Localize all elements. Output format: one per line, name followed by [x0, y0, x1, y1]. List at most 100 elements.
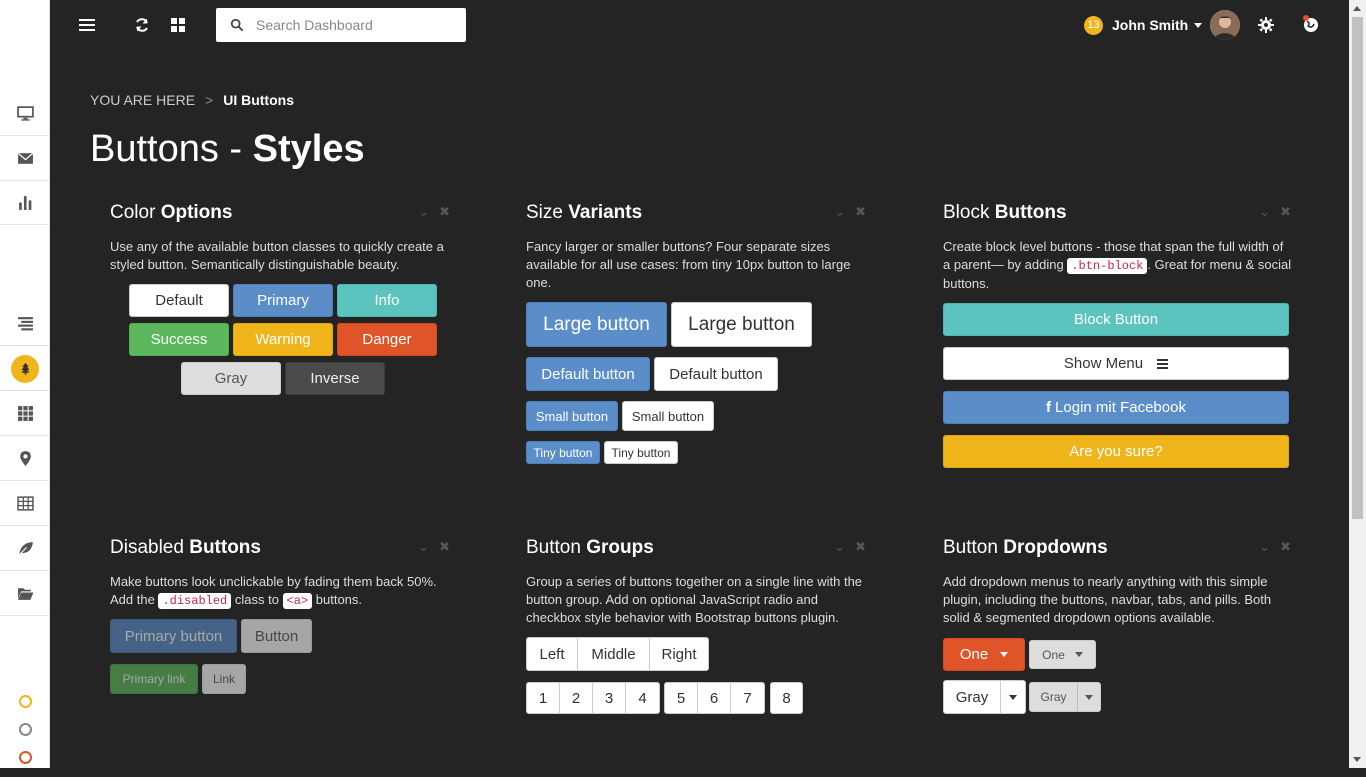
disabled-primary-button[interactable]: Primary button	[110, 619, 237, 653]
panel-size-variants: Size Variants ⌄ ✖ Fancy larger or smaller…	[526, 202, 876, 482]
button-group-1-4: 1 2 3 4	[526, 682, 660, 714]
code-btn-block: .btn-block	[1067, 258, 1148, 274]
collapse-chevron-icon[interactable]: ⌄	[834, 539, 845, 555]
sidebar-item-maps[interactable]	[0, 437, 50, 481]
page-title: Buttons - Styles	[90, 128, 365, 171]
group-button-6[interactable]: 6	[698, 683, 731, 713]
success-button[interactable]: Success	[129, 323, 229, 356]
group-middle-button[interactable]: Middle	[578, 638, 650, 670]
gray-small-split-dropdown: Gray	[1029, 682, 1101, 712]
search-input[interactable]	[256, 17, 446, 33]
bar-chart-icon	[18, 196, 31, 210]
panel-title: Block Buttons	[943, 202, 1067, 223]
panel-title: Color Options	[110, 202, 233, 223]
group-button-1[interactable]: 1	[527, 683, 560, 713]
gray-small-split-caret-button[interactable]	[1078, 683, 1100, 711]
group-button-2[interactable]: 2	[560, 683, 593, 713]
close-icon[interactable]: ✖	[439, 539, 450, 555]
block-button[interactable]: Block Button	[943, 303, 1289, 336]
gray-split-caret-button[interactable]	[1001, 681, 1025, 713]
default-button[interactable]: Default	[129, 284, 229, 317]
disabled-link[interactable]: Link	[202, 664, 246, 694]
collapse-chevron-icon[interactable]: ⌄	[1259, 539, 1270, 555]
danger-button[interactable]: Danger	[337, 323, 437, 356]
tiny-default-button[interactable]: Tiny button	[604, 441, 678, 464]
group-button-3[interactable]: 3	[593, 683, 626, 713]
gray-button[interactable]: Gray	[181, 362, 281, 395]
avatar[interactable]	[1210, 10, 1241, 40]
one-small-dropdown-button[interactable]: One	[1029, 640, 1096, 669]
map-marker-icon	[19, 451, 31, 466]
close-icon[interactable]: ✖	[855, 204, 866, 220]
disabled-primary-link[interactable]: Primary link	[110, 664, 198, 694]
breadcrumb-current[interactable]: UI Buttons	[223, 92, 294, 108]
primary-button[interactable]: Primary	[233, 284, 333, 317]
dashboard-grid-icon[interactable]	[169, 16, 187, 34]
default-default-button[interactable]: Default button	[654, 357, 778, 391]
user-name[interactable]: John Smith	[1112, 17, 1188, 33]
sidebar-item-tables[interactable]	[0, 482, 50, 526]
folder-open-icon	[17, 588, 33, 600]
group-right-button[interactable]: Right	[650, 638, 708, 670]
sidebar-item-mail[interactable]	[0, 137, 50, 181]
scroll-down-icon[interactable]	[1353, 757, 1361, 762]
group-button-5[interactable]: 5	[665, 683, 698, 713]
caret-down-icon	[1009, 694, 1017, 700]
button-group-lmr: Left Middle Right	[526, 637, 709, 671]
tiny-primary-button[interactable]: Tiny button	[526, 441, 600, 464]
one-dropdown-button[interactable]: One	[943, 638, 1025, 671]
collapse-chevron-icon[interactable]: ⌄	[1259, 204, 1270, 220]
status-dot-gray-icon[interactable]	[19, 723, 32, 736]
close-icon[interactable]: ✖	[439, 204, 450, 220]
group-button-4[interactable]: 4	[626, 683, 659, 713]
sidebar-item-apps[interactable]	[0, 392, 50, 436]
disabled-button[interactable]: Button	[241, 619, 312, 653]
globe-icon[interactable]	[1301, 14, 1321, 34]
large-default-button[interactable]: Large button	[671, 302, 812, 347]
sidebar-item-layout[interactable]	[0, 302, 50, 346]
sidebar-item-charts[interactable]	[0, 181, 50, 225]
small-default-button[interactable]: Small button	[622, 401, 714, 431]
close-icon[interactable]: ✖	[855, 539, 866, 555]
topbar: 13 John Smith	[50, 0, 1349, 52]
status-dot-red-icon[interactable]	[19, 751, 32, 764]
show-menu-button[interactable]: Show Menu	[943, 347, 1289, 380]
sidebar-item-ui-active[interactable]	[0, 347, 50, 391]
collapse-chevron-icon[interactable]: ⌄	[418, 204, 429, 220]
gray-split-main-button[interactable]: Gray	[944, 681, 1001, 713]
facebook-login-button[interactable]: f Login mit Facebook	[943, 391, 1289, 424]
are-you-sure-button[interactable]: Are you sure?	[943, 435, 1289, 468]
scrollbar-thumb[interactable]	[1352, 17, 1363, 519]
caret-down-icon	[1000, 652, 1009, 657]
table-icon	[16, 496, 34, 511]
gray-small-split-main-button[interactable]: Gray	[1030, 683, 1078, 711]
leaf-icon	[18, 542, 33, 556]
tree-icon	[11, 354, 39, 383]
hamburger-menu-icon[interactable]	[78, 16, 96, 34]
default-primary-button[interactable]: Default button	[526, 357, 650, 391]
sidebar-item-dashboard[interactable]	[0, 92, 50, 136]
status-dot-yellow-icon[interactable]	[19, 695, 32, 708]
gear-icon[interactable]	[1257, 16, 1275, 34]
scrollbar[interactable]	[1349, 0, 1366, 768]
group-left-button[interactable]: Left	[527, 638, 578, 670]
collapse-chevron-icon[interactable]: ⌄	[418, 539, 429, 555]
warning-button[interactable]: Warning	[233, 323, 333, 356]
refresh-icon[interactable]	[133, 16, 151, 34]
sidebar-item-files[interactable]	[0, 572, 50, 616]
group-button-7[interactable]: 7	[731, 683, 764, 713]
group-button-8[interactable]: 8	[771, 683, 802, 713]
user-menu[interactable]: 13 John Smith	[1084, 10, 1241, 40]
sidebar-item-eco[interactable]	[0, 527, 50, 571]
collapse-chevron-icon[interactable]: ⌄	[834, 204, 845, 220]
panel-description: Fancy larger or smaller buttons? Four se…	[526, 239, 851, 290]
inverse-button[interactable]: Inverse	[285, 362, 385, 395]
small-primary-button[interactable]: Small button	[526, 401, 618, 431]
close-icon[interactable]: ✖	[1280, 204, 1291, 220]
large-primary-button[interactable]: Large button	[526, 302, 667, 347]
breadcrumb-separator: >	[205, 92, 214, 108]
panel-title: Disabled Buttons	[110, 537, 261, 558]
info-button[interactable]: Info	[337, 284, 437, 317]
close-icon[interactable]: ✖	[1280, 539, 1291, 555]
scroll-up-icon[interactable]	[1353, 6, 1361, 11]
